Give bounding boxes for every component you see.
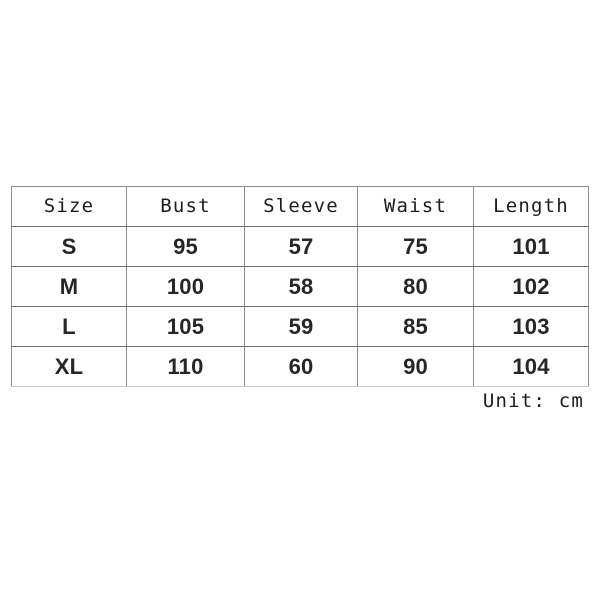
cell-length: 102 [473,266,589,307]
cell-bust: 110 [126,346,245,387]
table-row: S 95 57 75 101 [11,226,589,267]
cell-bust: 100 [126,266,245,307]
cell-size: L [11,306,127,347]
cell-length: 101 [473,226,589,267]
cell-waist: 75 [357,226,474,267]
table-row: M 100 58 80 102 [11,266,589,307]
size-chart: Size Bust Sleeve Waist Length S 95 57 75… [11,186,589,411]
cell-size: XL [11,346,127,387]
size-measurement-table: Size Bust Sleeve Waist Length S 95 57 75… [11,186,589,387]
column-header-bust: Bust [126,186,245,227]
cell-waist: 80 [357,266,474,307]
cell-size: M [11,266,127,307]
unit-note: Unit: cm [482,390,584,412]
table-row: XL 110 60 90 104 [11,346,589,387]
cell-sleeve: 59 [244,306,358,347]
table-body: S 95 57 75 101 M 100 58 80 102 L 105 59 … [11,226,589,387]
cell-sleeve: 58 [244,266,358,307]
column-header-length: Length [473,186,589,227]
cell-waist: 90 [357,346,474,387]
cell-sleeve: 60 [244,346,358,387]
cell-size: S [11,226,127,267]
column-header-sleeve: Sleeve [244,186,358,227]
cell-waist: 85 [357,306,474,347]
cell-sleeve: 57 [244,226,358,267]
cell-bust: 95 [126,226,245,267]
table-header-row: Size Bust Sleeve Waist Length [11,186,589,227]
cell-bust: 105 [126,306,245,347]
cell-length: 104 [473,346,589,387]
column-header-waist: Waist [357,186,474,227]
table-header: Size Bust Sleeve Waist Length [11,186,589,227]
column-header-size: Size [11,186,127,227]
table-row: L 105 59 85 103 [11,306,589,347]
cell-length: 103 [473,306,589,347]
